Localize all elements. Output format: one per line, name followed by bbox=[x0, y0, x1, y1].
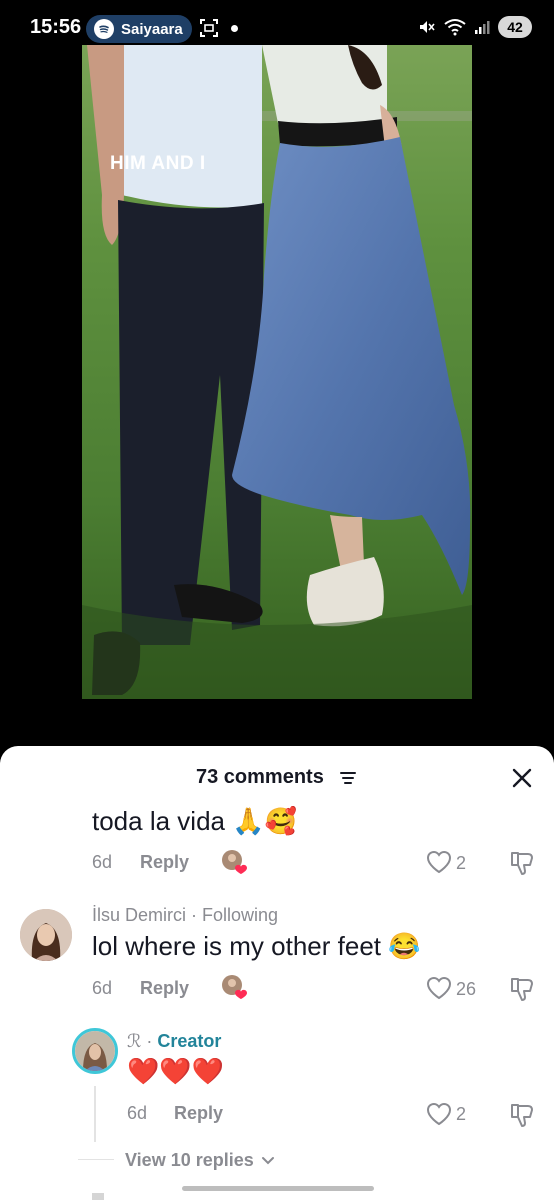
chevron-down-icon bbox=[261, 1157, 274, 1165]
status-time: 15:56 bbox=[30, 16, 82, 38]
avatar-image bbox=[20, 909, 72, 961]
avatar[interactable] bbox=[20, 909, 72, 961]
comment-text: toda la vida 🙏🥰 bbox=[92, 806, 297, 836]
sort-icon[interactable] bbox=[340, 771, 356, 785]
home-indicator[interactable] bbox=[182, 1186, 374, 1191]
reply-button[interactable]: Reply bbox=[140, 978, 189, 999]
comment-time: 6d bbox=[92, 852, 113, 872]
heart-icon[interactable] bbox=[426, 976, 452, 1000]
comment-author[interactable]: İlsu Demirci bbox=[92, 905, 186, 925]
reply-button[interactable]: Reply bbox=[140, 852, 189, 873]
dislike-icon[interactable] bbox=[509, 850, 535, 876]
replies-divider bbox=[78, 1159, 114, 1160]
dislike-icon[interactable] bbox=[509, 976, 535, 1002]
signal-icon bbox=[475, 21, 490, 34]
battery-icon: 42 bbox=[498, 16, 532, 38]
reply-text: ❤️❤️❤️ bbox=[127, 1056, 225, 1086]
creator-liked-avatar-icon bbox=[222, 975, 247, 999]
status-right-icons: 42 bbox=[418, 16, 532, 38]
like-count: 26 bbox=[456, 979, 477, 999]
like-count: 2 bbox=[456, 1104, 467, 1124]
reply-author[interactable]: ℛ bbox=[127, 1031, 141, 1052]
reply-author-line[interactable]: ℛ · Creator bbox=[127, 1031, 221, 1052]
spotify-icon bbox=[94, 19, 114, 39]
dislike-icon[interactable] bbox=[509, 1102, 535, 1128]
now-playing-pill[interactable]: Saiyaara bbox=[86, 15, 192, 43]
reply-time: 6d bbox=[127, 1103, 148, 1123]
reply-button[interactable]: Reply bbox=[174, 1103, 223, 1124]
close-icon[interactable] bbox=[510, 766, 534, 790]
sheet-header: 73 comments bbox=[0, 766, 554, 790]
creator-avatar-image bbox=[75, 1031, 115, 1071]
creator-avatar[interactable] bbox=[72, 1028, 118, 1074]
creator-liked-avatar-icon bbox=[222, 850, 247, 874]
following-label: Following bbox=[202, 905, 279, 925]
comment-author-line[interactable]: İlsu Demirci · Following bbox=[92, 905, 278, 926]
heart-icon[interactable] bbox=[426, 1102, 452, 1126]
video-frame-image bbox=[82, 45, 472, 699]
comment-text: lol where is my other feet 😂 bbox=[92, 931, 421, 961]
thread-line bbox=[94, 1086, 96, 1142]
video-caption: HIM AND I bbox=[110, 153, 206, 174]
now-playing-label: Saiyaara bbox=[121, 20, 183, 38]
wifi-icon bbox=[444, 19, 466, 36]
creator-badge: Creator bbox=[157, 1031, 222, 1051]
mute-icon bbox=[420, 21, 435, 33]
view-replies-label[interactable]: View 10 replies bbox=[125, 1150, 254, 1170]
like-count: 2 bbox=[456, 853, 467, 873]
partial-next-comment bbox=[92, 1193, 104, 1200]
comment-time: 6d bbox=[92, 978, 113, 998]
video-player[interactable]: HIM AND I bbox=[82, 45, 472, 699]
view-replies-button[interactable]: View 10 replies bbox=[125, 1150, 275, 1171]
notification-dot bbox=[231, 25, 238, 32]
screen-record-icon bbox=[200, 19, 218, 37]
heart-icon[interactable] bbox=[426, 850, 452, 874]
comments-count-title: 73 comments bbox=[196, 766, 324, 788]
